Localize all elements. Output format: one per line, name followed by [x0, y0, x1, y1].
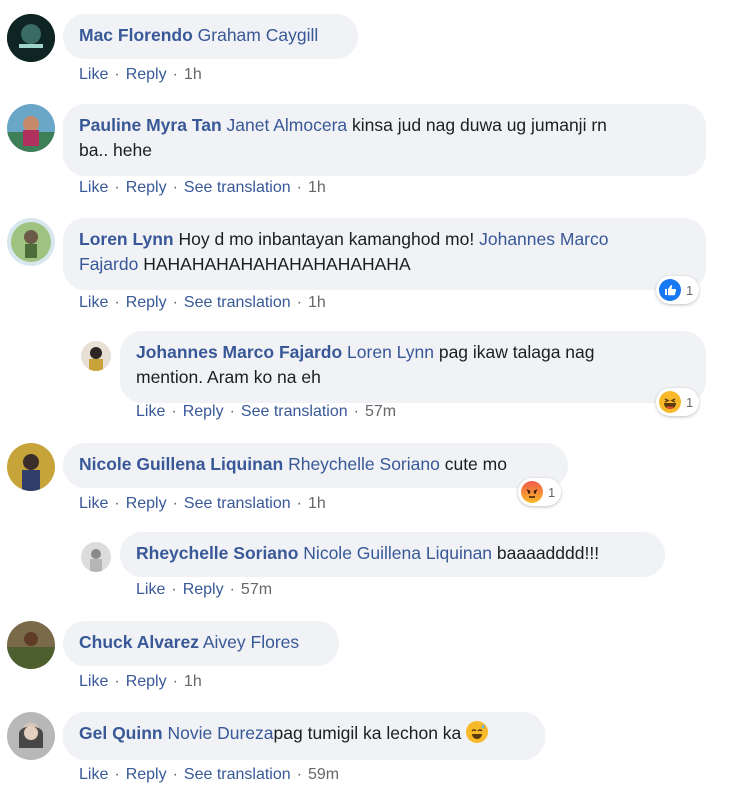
avatar[interactable] — [7, 712, 55, 760]
comment-actions: Like · Reply · 57m — [136, 581, 273, 598]
see-translation-link[interactable]: See translation — [184, 495, 291, 512]
comment-mention[interactable]: Graham Caygill — [198, 25, 319, 45]
reply-link[interactable]: Reply — [126, 766, 167, 783]
comment-actions: Like · Reply · See translation · 1h — [79, 179, 326, 196]
reply-link[interactable]: Reply — [126, 179, 167, 196]
comment-text-cont: HAHAHAHAHAHAHAHAHAHAHA — [138, 254, 411, 274]
comment-bubble: Rheychelle Soriano Nicole Guillena Liqui… — [120, 532, 665, 577]
reply-link[interactable]: Reply — [126, 495, 167, 512]
comment-actions: Like · Reply · 1h — [79, 66, 202, 83]
reply-link[interactable]: Reply — [183, 403, 224, 420]
reply-link[interactable]: Reply — [126, 66, 167, 83]
comment-bubble: Chuck Alvarez Aivey Flores — [63, 621, 339, 666]
like-link[interactable]: Like — [79, 673, 108, 690]
sweat-smile-emoji — [466, 721, 489, 743]
comment-author[interactable]: Johannes Marco Fajardo — [136, 342, 342, 362]
avatar[interactable] — [81, 542, 111, 572]
angry-reaction-icon — [521, 481, 543, 503]
like-link[interactable]: Like — [136, 581, 165, 598]
comment-bubble: Loren Lynn Hoy d mo inbantayan kamanghod… — [63, 218, 706, 290]
comment-timestamp[interactable]: 1h — [184, 673, 202, 690]
comment-bubble: Mac Florendo Graham Caygill — [63, 14, 358, 59]
comment-mention[interactable]: Rheychelle Soriano — [288, 454, 440, 474]
like-link[interactable]: Like — [136, 403, 165, 420]
comment-timestamp[interactable]: 57m — [365, 403, 396, 420]
avatar[interactable] — [7, 14, 55, 62]
avatar[interactable] — [81, 341, 111, 371]
comment-text: pag tumigil ka lechon ka — [273, 723, 462, 743]
comment-text: baaaadddd!!! — [492, 543, 600, 563]
comment-mention[interactable]: Aivey Flores — [203, 632, 299, 652]
reply-link[interactable]: Reply — [126, 673, 167, 690]
comment-timestamp[interactable]: 1h — [184, 66, 202, 83]
reaction-count: 1 — [686, 394, 694, 410]
comment-actions: Like · Reply · See translation · 1h — [79, 294, 326, 311]
comment-text-cont: mention. Aram ko na eh — [136, 367, 321, 387]
reaction-badge[interactable]: 1 — [656, 276, 700, 304]
like-link[interactable]: Like — [79, 66, 108, 83]
avatar[interactable] — [7, 621, 55, 669]
comment-mention[interactable]: Nicole Guillena Liquinan — [303, 543, 492, 563]
comment-actions: Like · Reply · See translation · 57m — [136, 403, 397, 420]
comment-actions: Like · Reply · See translation · 1h — [79, 495, 326, 512]
reaction-count: 1 — [548, 484, 556, 500]
reaction-count: 1 — [686, 282, 694, 298]
comment-author[interactable]: Mac Florendo — [79, 25, 193, 45]
haha-reaction-icon — [659, 391, 681, 413]
comment-timestamp[interactable]: 59m — [308, 766, 339, 783]
comment-mention[interactable]: Loren Lynn — [347, 342, 434, 362]
comment-mention[interactable]: Johannes Marco — [479, 229, 608, 249]
comment-text: pag ikaw talaga nag — [433, 342, 595, 362]
like-link[interactable]: Like — [79, 766, 108, 783]
comment-text: Hoy d mo inbantayan kamanghod mo! — [173, 229, 480, 249]
comment-actions: Like · Reply · 1h — [79, 673, 202, 690]
comment-text: cute mo — [439, 454, 507, 474]
comment-author[interactable]: Nicole Guillena Liquinan — [79, 454, 283, 474]
avatar[interactable] — [7, 104, 55, 152]
like-link[interactable]: Like — [79, 179, 108, 196]
comment-timestamp[interactable]: 1h — [308, 179, 326, 196]
comment-timestamp[interactable]: 1h — [308, 294, 326, 311]
reaction-badge[interactable]: 1 — [656, 388, 700, 416]
comment-text: kinsa jud nag duwa ug jumanji rn — [347, 115, 607, 135]
comment-actions: Like · Reply · See translation · 59m — [79, 766, 340, 783]
see-translation-link[interactable]: See translation — [241, 403, 348, 420]
like-link[interactable]: Like — [79, 495, 108, 512]
avatar[interactable] — [7, 218, 55, 266]
see-translation-link[interactable]: See translation — [184, 766, 291, 783]
comment-author[interactable]: Chuck Alvarez — [79, 632, 199, 652]
reply-link[interactable]: Reply — [126, 294, 167, 311]
see-translation-link[interactable]: See translation — [184, 294, 291, 311]
comment-mention[interactable]: Janet Almocera — [227, 115, 348, 135]
comment-bubble: Nicole Guillena Liquinan Rheychelle Sori… — [63, 443, 568, 488]
comment-author[interactable]: Rheychelle Soriano — [136, 543, 298, 563]
comment-author[interactable]: Gel Quinn — [79, 723, 163, 743]
comment-text-cont: ba.. hehe — [79, 140, 152, 160]
comment-mention-cont[interactable]: Fajardo — [79, 254, 138, 274]
comment-timestamp[interactable]: 57m — [241, 581, 272, 598]
avatar[interactable] — [7, 443, 55, 491]
reply-link[interactable]: Reply — [183, 581, 224, 598]
comment-bubble: Johannes Marco Fajardo Loren Lynn pag ik… — [120, 331, 706, 403]
comment-timestamp[interactable]: 1h — [308, 495, 326, 512]
see-translation-link[interactable]: See translation — [184, 179, 291, 196]
comment-bubble: Gel Quinn Novie Durezapag tumigil ka lec… — [63, 712, 545, 760]
reaction-badge[interactable]: 1 — [518, 478, 562, 506]
like-reaction-icon — [659, 279, 681, 301]
like-link[interactable]: Like — [79, 294, 108, 311]
comment-bubble: Pauline Myra Tan Janet Almocera kinsa ju… — [63, 104, 706, 176]
comment-author[interactable]: Loren Lynn — [79, 229, 174, 249]
comment-mention[interactable]: Novie Dureza — [168, 723, 274, 743]
comment-author[interactable]: Pauline Myra Tan — [79, 115, 222, 135]
